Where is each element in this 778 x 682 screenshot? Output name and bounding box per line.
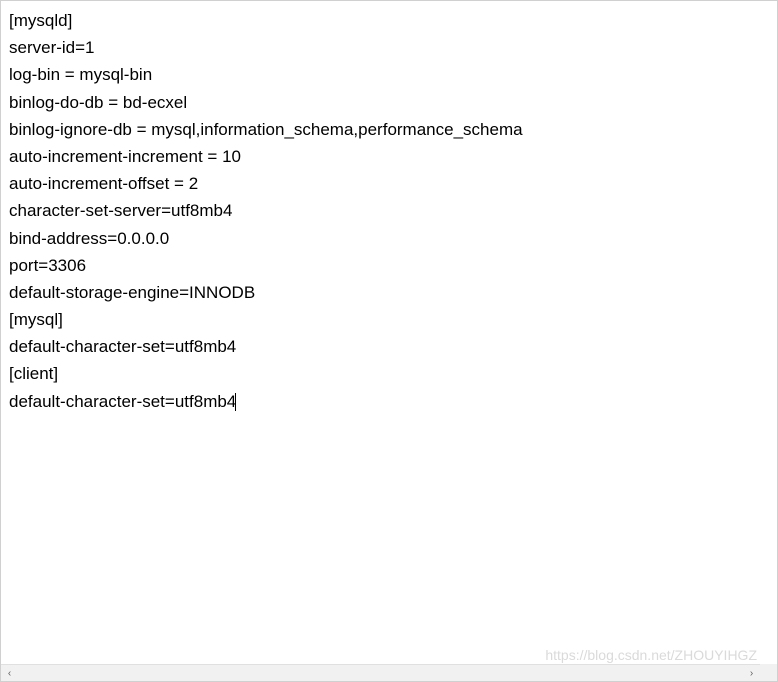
config-line: log-bin = mysql-bin	[9, 61, 769, 88]
config-line: [mysql]	[9, 306, 769, 333]
scroll-left-button[interactable]: ‹	[1, 665, 18, 682]
config-line: [mysqld]	[9, 7, 769, 34]
config-line: binlog-do-db = bd-ecxel	[9, 89, 769, 116]
editor-content[interactable]: [mysqld] server-id=1 log-bin = mysql-bin…	[1, 1, 777, 663]
config-line: bind-address=0.0.0.0	[9, 225, 769, 252]
config-line: default-character-set=utf8mb4	[9, 333, 769, 360]
config-line: binlog-ignore-db = mysql,information_sch…	[9, 116, 769, 143]
config-line: [client]	[9, 360, 769, 387]
config-line: default-character-set=utf8mb4	[9, 388, 769, 415]
config-line: auto-increment-increment = 10	[9, 143, 769, 170]
text-editor-window: [mysqld] server-id=1 log-bin = mysql-bin…	[0, 0, 778, 682]
config-line: port=3306	[9, 252, 769, 279]
text-cursor	[235, 393, 236, 411]
scroll-corner	[760, 664, 777, 681]
config-line: default-storage-engine=INNODB	[9, 279, 769, 306]
config-line: server-id=1	[9, 34, 769, 61]
horizontal-scrollbar[interactable]: ‹ ›	[1, 664, 760, 681]
config-line: auto-increment-offset = 2	[9, 170, 769, 197]
scroll-right-button[interactable]: ›	[743, 665, 760, 682]
config-line: character-set-server=utf8mb4	[9, 197, 769, 224]
